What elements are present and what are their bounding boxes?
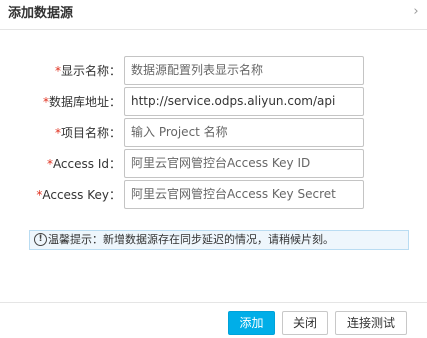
notice-text: 温馨提示：新增数据源存在同步延迟的情况，请稍候片刻。 bbox=[48, 233, 334, 246]
field-label-display-name: *显示名称： bbox=[0, 56, 121, 86]
access-id-input[interactable]: 阿里云官网管控台Access Key ID bbox=[124, 149, 364, 178]
dialog-title: 添加数据源 bbox=[8, 6, 74, 21]
db-address-input[interactable]: http://service.odps.aliyun.com/api bbox=[124, 87, 364, 116]
form-row-db-address: *数据库地址： http://service.odps.aliyun.com/a… bbox=[0, 87, 427, 117]
access-id-placeholder: 阿里云官网管控台Access Key ID bbox=[131, 156, 311, 170]
project-name-placeholder: 输入 Project 名称 bbox=[131, 125, 228, 139]
field-label-text: Access Id： bbox=[52, 157, 121, 171]
add-datasource-dialog: 添加数据源 › *显示名称： 数据源配置列表显示名称 *数据库地址： http:… bbox=[0, 0, 427, 338]
field-label-project-name: *项目名称： bbox=[0, 118, 121, 148]
form-row-display-name: *显示名称： 数据源配置列表显示名称 bbox=[0, 56, 427, 86]
field-label-text: 项目名称： bbox=[60, 126, 121, 140]
db-address-value: http://service.odps.aliyun.com/api bbox=[131, 94, 336, 108]
dialog-header: 添加数据源 › bbox=[0, 0, 427, 30]
field-label-db-address: *数据库地址： bbox=[0, 87, 121, 117]
field-label-access-id: *Access Id： bbox=[0, 149, 121, 179]
form-row-project-name: *项目名称： 输入 Project 名称 bbox=[0, 118, 427, 148]
test-connection-button[interactable]: 连接测试 bbox=[335, 311, 407, 335]
project-name-input[interactable]: 输入 Project 名称 bbox=[124, 118, 364, 147]
field-label-access-key: *Access Key： bbox=[0, 180, 121, 210]
field-label-text: 数据库地址： bbox=[48, 95, 121, 109]
exclamation-icon: ! bbox=[34, 233, 47, 246]
display-name-placeholder: 数据源配置列表显示名称 bbox=[131, 63, 264, 77]
access-key-placeholder: 阿里云官网管控台Access Key Secret bbox=[131, 187, 336, 201]
form-row-access-key: *Access Key： 阿里云官网管控台Access Key Secret bbox=[0, 180, 427, 210]
field-label-text: Access Key： bbox=[42, 188, 121, 202]
close-icon[interactable]: › bbox=[409, 4, 423, 20]
close-button[interactable]: 关闭 bbox=[282, 311, 328, 335]
display-name-input[interactable]: 数据源配置列表显示名称 bbox=[124, 56, 364, 85]
form-row-access-id: *Access Id： 阿里云官网管控台Access Key ID bbox=[0, 149, 427, 179]
notice-banner: ! 温馨提示：新增数据源存在同步延迟的情况，请稍候片刻。 bbox=[29, 230, 409, 250]
dialog-footer: 添加 关闭 连接测试 bbox=[0, 302, 427, 338]
add-button[interactable]: 添加 bbox=[228, 311, 275, 335]
access-key-input[interactable]: 阿里云官网管控台Access Key Secret bbox=[124, 180, 364, 209]
field-label-text: 显示名称： bbox=[60, 64, 121, 78]
